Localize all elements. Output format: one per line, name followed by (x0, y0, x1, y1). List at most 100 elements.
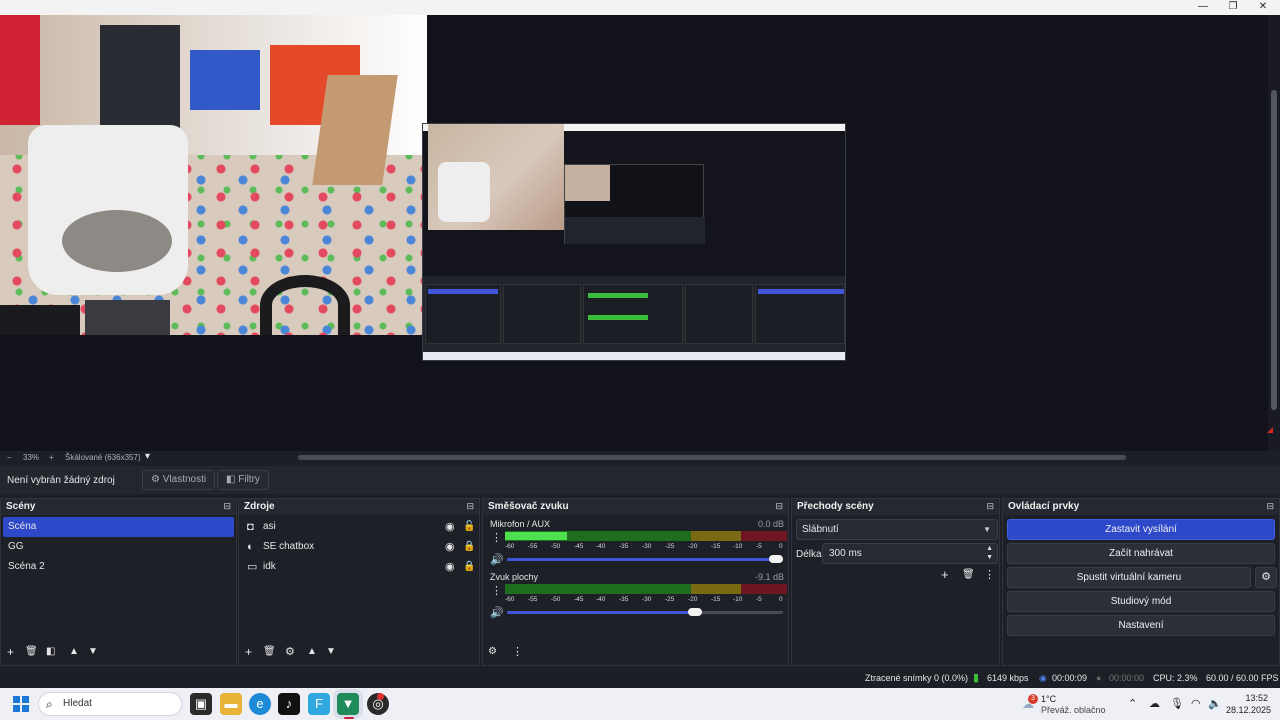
volume-meter (505, 584, 787, 594)
speaker-icon[interactable]: 🔊 (490, 553, 504, 566)
meter-tick-label: -30 (642, 543, 652, 550)
add-scene-button[interactable]: + (7, 645, 14, 659)
scene-item[interactable]: Scéna 2 (3, 557, 234, 577)
add-source-button[interactable]: + (245, 645, 252, 659)
lock-icon[interactable]: 🔒 (463, 537, 475, 557)
source-item[interactable]: ◘ asi ◉ 🔓 (241, 517, 475, 537)
mixer-title: Směšovač zvuku ⊟ (483, 499, 788, 515)
app-shield-icon[interactable]: ▼ (337, 693, 359, 715)
advanced-audio-settings-button[interactable]: ⚙ (488, 646, 497, 657)
duration-value: 300 ms (829, 548, 862, 559)
remove-scene-button[interactable]: 🗑 (25, 646, 38, 657)
weather-badge: 3 (1028, 694, 1038, 704)
preview-vertical-scrollbar[interactable] (1268, 15, 1280, 451)
windows-start-icon[interactable] (13, 696, 29, 712)
no-source-label: Není vybrán žádný zdroj (7, 475, 115, 486)
transitions-dock: Přechody scény ⊟ Slábnutí ▼ Délka 300 ms… (791, 498, 1000, 666)
start-virtual-camera-button[interactable]: Spustit virtuální kameru (1007, 567, 1251, 588)
wifi-icon[interactable]: ◠ (1191, 697, 1201, 710)
source-item[interactable]: ▭ idk ◉ 🔒 (241, 557, 475, 577)
app-f-icon[interactable]: F (308, 693, 330, 715)
volume-slider[interactable] (507, 555, 783, 563)
meter-tick-label: -10 (733, 543, 743, 550)
spin-arrows-icon[interactable]: ▲ ▼ (986, 544, 993, 562)
meter-tick-label: -45 (574, 596, 584, 603)
notification-dot (377, 693, 384, 700)
channel-menu-icon[interactable]: ⋮ (491, 584, 502, 597)
mixer-menu-button[interactable]: ⋮ (512, 645, 523, 658)
scene-item[interactable]: GG (3, 537, 234, 557)
studio-mode-button[interactable]: Studiový mód (1007, 591, 1275, 612)
source-properties-button[interactable]: ⚙ (285, 645, 295, 658)
system-clock[interactable]: 13:52 28.12.2025 (1226, 693, 1271, 715)
edge-browser-icon[interactable]: e (249, 693, 271, 715)
meter-tick-label: -25 (665, 543, 675, 550)
scale-menu-icon[interactable]: ▾ (145, 451, 150, 462)
remove-transition-button[interactable]: 🗑 (962, 569, 975, 580)
preview-canvas[interactable] (0, 15, 1268, 451)
lock-open-icon[interactable]: 🔓 (463, 517, 475, 537)
move-scene-up-button[interactable]: ▲ (69, 646, 79, 657)
lock-icon[interactable]: 🔒 (463, 557, 475, 577)
meter-tick-label: -5 (756, 596, 762, 603)
settings-button[interactable]: Nastavení (1007, 615, 1275, 636)
visibility-eye-icon[interactable]: ◉ (445, 537, 455, 557)
controls-title: Ovládací prvky ⊟ (1003, 499, 1279, 515)
virtual-camera-settings-button[interactable]: ⚙ (1255, 567, 1277, 588)
gear-icon: ⚙ (151, 474, 160, 485)
volume-slider-knob[interactable] (688, 608, 702, 616)
transition-menu-button[interactable]: ⋮ (984, 568, 995, 581)
meter-tick-label: -35 (619, 596, 629, 603)
meter-tick-label: -55 (528, 596, 538, 603)
duration-spinbox[interactable]: 300 ms ▲ ▼ (822, 543, 998, 564)
camera-feed (0, 15, 427, 335)
maximize-button[interactable]: ❐ (1218, 0, 1248, 15)
zoom-in-button[interactable]: + (49, 453, 54, 462)
start-recording-button[interactable]: Začít nahrávat (1007, 543, 1275, 564)
audio-mixer-dock: Směšovač zvuku ⊟ Mikrofon / AUX 0.0 dB ⋮… (482, 498, 789, 666)
meter-tick-label: -45 (574, 543, 584, 550)
filters-button[interactable]: ◧ Filtry (217, 470, 269, 490)
scenes-title: Scény ⊟ (1, 499, 236, 515)
tiktok-icon[interactable]: ♪ (278, 693, 300, 715)
transition-select[interactable]: Slábnutí ▼ (796, 519, 998, 540)
properties-button[interactable]: ⚙ Vlastnosti (142, 470, 216, 490)
microphone-icon[interactable]: 🎙 (1170, 697, 1184, 710)
stop-streaming-button[interactable]: Zastavit vysílání (1007, 519, 1275, 540)
volume-slider[interactable] (507, 608, 783, 616)
visibility-eye-icon[interactable]: ◉ (445, 517, 455, 537)
volume-icon[interactable]: 🔈 (1208, 697, 1222, 710)
volume-slider-knob[interactable] (769, 555, 783, 563)
windows-taskbar: ⌕ Hledat ▣ ▬ e ♪ F ▼ ◎ ☁ 3 1°C Převáž. o… (0, 688, 1280, 720)
visibility-eye-icon[interactable]: ◉ (445, 557, 455, 577)
chevron-up-icon[interactable]: ⌃ (1128, 697, 1137, 710)
file-explorer-icon[interactable]: ▬ (220, 693, 242, 715)
move-source-up-button[interactable]: ▲ (307, 646, 317, 657)
scene-item[interactable]: Scéna (3, 517, 234, 537)
weather-widget[interactable]: ☁ 3 1°C Převáž. oblačno (1020, 692, 1130, 716)
taskbar-search[interactable]: ⌕ Hledat (38, 692, 182, 716)
undock-icon[interactable]: ⊟ (1266, 501, 1274, 512)
remove-source-button[interactable]: 🗑 (263, 646, 276, 657)
stream-time: 00:00:09 (1052, 673, 1088, 683)
move-scene-down-button[interactable]: ▼ (88, 646, 98, 657)
cloud-sync-icon[interactable]: ☁ (1149, 697, 1160, 710)
record-icon: ● (1096, 673, 1102, 683)
channel-menu-icon[interactable]: ⋮ (491, 531, 502, 544)
zoom-out-button[interactable]: − (7, 453, 12, 462)
source-item[interactable]: ◐ SE chatbox ◉ 🔒 (241, 537, 475, 557)
minimize-button[interactable]: — (1188, 0, 1218, 15)
add-transition-button[interactable]: + (941, 567, 949, 582)
mixer-channel: Mikrofon / AUX 0.0 dB ⋮ -60 -55 -50 -45 -40-… (485, 517, 788, 569)
undock-icon[interactable]: ⊟ (986, 501, 994, 512)
undock-icon[interactable]: ⊟ (466, 501, 474, 512)
preview-horizontal-scrollbar[interactable] (298, 455, 1126, 460)
close-button[interactable]: ✕ (1248, 0, 1278, 15)
filter-icon: ◧ (226, 474, 236, 485)
scene-filters-button[interactable]: ◧ (46, 646, 55, 657)
undock-icon[interactable]: ⊟ (775, 501, 783, 512)
move-source-down-button[interactable]: ▼ (326, 646, 336, 657)
task-view-icon[interactable]: ▣ (190, 693, 212, 715)
undock-icon[interactable]: ⊟ (223, 501, 231, 512)
speaker-icon[interactable]: 🔊 (490, 606, 504, 619)
